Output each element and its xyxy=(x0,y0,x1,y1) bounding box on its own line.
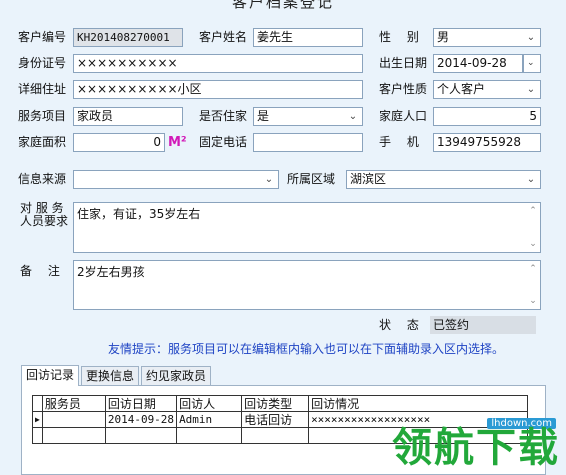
column-header-visit-detail[interactable]: 回访情况 xyxy=(308,395,529,412)
nature-label: 客户性质 xyxy=(379,82,428,96)
mobile-label: 手 机 xyxy=(379,135,419,149)
gender-label: 性 别 xyxy=(379,30,419,44)
window-title: 客户档案登记 xyxy=(231,0,334,11)
phone-label: 固定电话 xyxy=(199,135,248,149)
birth-label: 出生日期 xyxy=(379,56,428,70)
tab-change-info[interactable]: 更换信息 xyxy=(81,366,140,386)
watermark-logo: 领航下载 xyxy=(392,425,560,471)
cell-visit-type[interactable]: 电话回访 xyxy=(241,411,310,428)
table-header-row: 服务员 回访日期 回访人 回访类型 回访情况 xyxy=(32,395,529,412)
tab-visit-records[interactable]: 回访记录 xyxy=(21,365,80,386)
customer-no-label: 客户编号 xyxy=(18,30,67,44)
address-field[interactable]: ××××××××××小区 xyxy=(73,80,363,99)
region-label: 所属区域 xyxy=(287,172,336,186)
scroll-up-icon[interactable]: ⌃ xyxy=(527,263,539,275)
note-textarea[interactable]: 2岁左右男孩 ⌃ ⌄ xyxy=(73,260,541,310)
status-label: 状 态 xyxy=(379,318,419,332)
live-in-select[interactable]: 是 ⌄ xyxy=(253,107,363,126)
family-label: 家庭人口 xyxy=(379,109,428,123)
id-label: 身份证号 xyxy=(18,56,67,70)
column-header-visitor[interactable]: 回访人 xyxy=(176,395,243,412)
service-label: 服务项目 xyxy=(18,109,67,123)
note-text: 2岁左右男孩 xyxy=(77,265,145,279)
chevron-down-icon[interactable]: ⌄ xyxy=(525,82,537,97)
column-header-worker[interactable]: 服务员 xyxy=(41,395,106,412)
service-field[interactable]: 家政员 xyxy=(73,107,183,126)
column-header-visit-date[interactable]: 回访日期 xyxy=(104,395,178,412)
birth-date-field[interactable]: 2014-09-28 xyxy=(433,54,523,73)
chevron-down-icon[interactable]: ⌄ xyxy=(347,109,359,124)
cell-visit-date[interactable]: 2014-09-28 xyxy=(104,411,178,428)
note-label: 备 注 xyxy=(20,264,60,278)
area-label: 家庭面积 xyxy=(18,135,67,149)
chevron-down-icon[interactable]: ⌄ xyxy=(525,172,537,187)
spin-arrows-icon[interactable]: ⌄ xyxy=(523,54,541,73)
column-header-visit-type[interactable]: 回访类型 xyxy=(241,395,310,412)
source-label: 信息来源 xyxy=(18,172,67,186)
requirement-text: 住家，有证，35岁左右 xyxy=(77,207,201,221)
scroll-up-icon[interactable]: ⌃ xyxy=(527,205,539,217)
scroll-down-icon[interactable]: ⌄ xyxy=(527,295,539,307)
customer-name-label: 客户姓名 xyxy=(199,30,248,44)
nature-select[interactable]: 个人客户 ⌄ xyxy=(433,80,541,99)
scroll-down-icon[interactable]: ⌄ xyxy=(527,238,539,250)
region-select[interactable]: 湖滨区 ⌄ xyxy=(346,170,541,189)
family-size-field[interactable]: 5 xyxy=(433,107,541,126)
row-pointer-icon[interactable]: ▶ xyxy=(32,411,43,428)
cell-worker[interactable] xyxy=(41,411,106,428)
cell-visitor[interactable]: Admin xyxy=(176,411,243,428)
requirement-textarea[interactable]: 住家，有证，35岁左右 ⌃ ⌄ xyxy=(73,202,541,253)
tab-meet-worker[interactable]: 约见家政员 xyxy=(141,366,212,386)
hint-text: 友情提示：服务项目可以在编辑框内输入也可以在下面辅助录入区内选择。 xyxy=(108,342,505,356)
live-in-label: 是否住家 xyxy=(199,109,248,123)
area-unit: M² xyxy=(168,135,187,150)
address-label: 详细住址 xyxy=(18,82,67,96)
status-value: 已签约 xyxy=(430,316,536,334)
region-value: 湖滨区 xyxy=(350,172,387,186)
requirement-label-1: 对 服 务 xyxy=(20,201,64,215)
phone-field[interactable] xyxy=(253,133,363,152)
id-field[interactable]: ×××××××××× xyxy=(73,54,363,73)
row-indicator-header xyxy=(32,395,43,412)
nature-value: 个人客户 xyxy=(437,82,486,96)
source-select[interactable]: ⌄ xyxy=(73,170,279,189)
mobile-field[interactable]: 13949755928 xyxy=(433,133,541,152)
chevron-down-icon[interactable]: ⌄ xyxy=(525,30,537,45)
customer-name-field[interactable]: 姜先生 xyxy=(253,28,363,47)
gender-value: 男 xyxy=(437,30,450,44)
chevron-down-icon[interactable]: ⌄ xyxy=(263,172,275,187)
customer-no-field[interactable]: KH201408270001 xyxy=(73,28,183,47)
requirement-label-2: 人员要求 xyxy=(20,214,69,228)
area-field[interactable]: 0 xyxy=(73,133,165,152)
gender-select[interactable]: 男 ⌄ xyxy=(433,28,541,47)
live-in-value: 是 xyxy=(257,109,270,123)
